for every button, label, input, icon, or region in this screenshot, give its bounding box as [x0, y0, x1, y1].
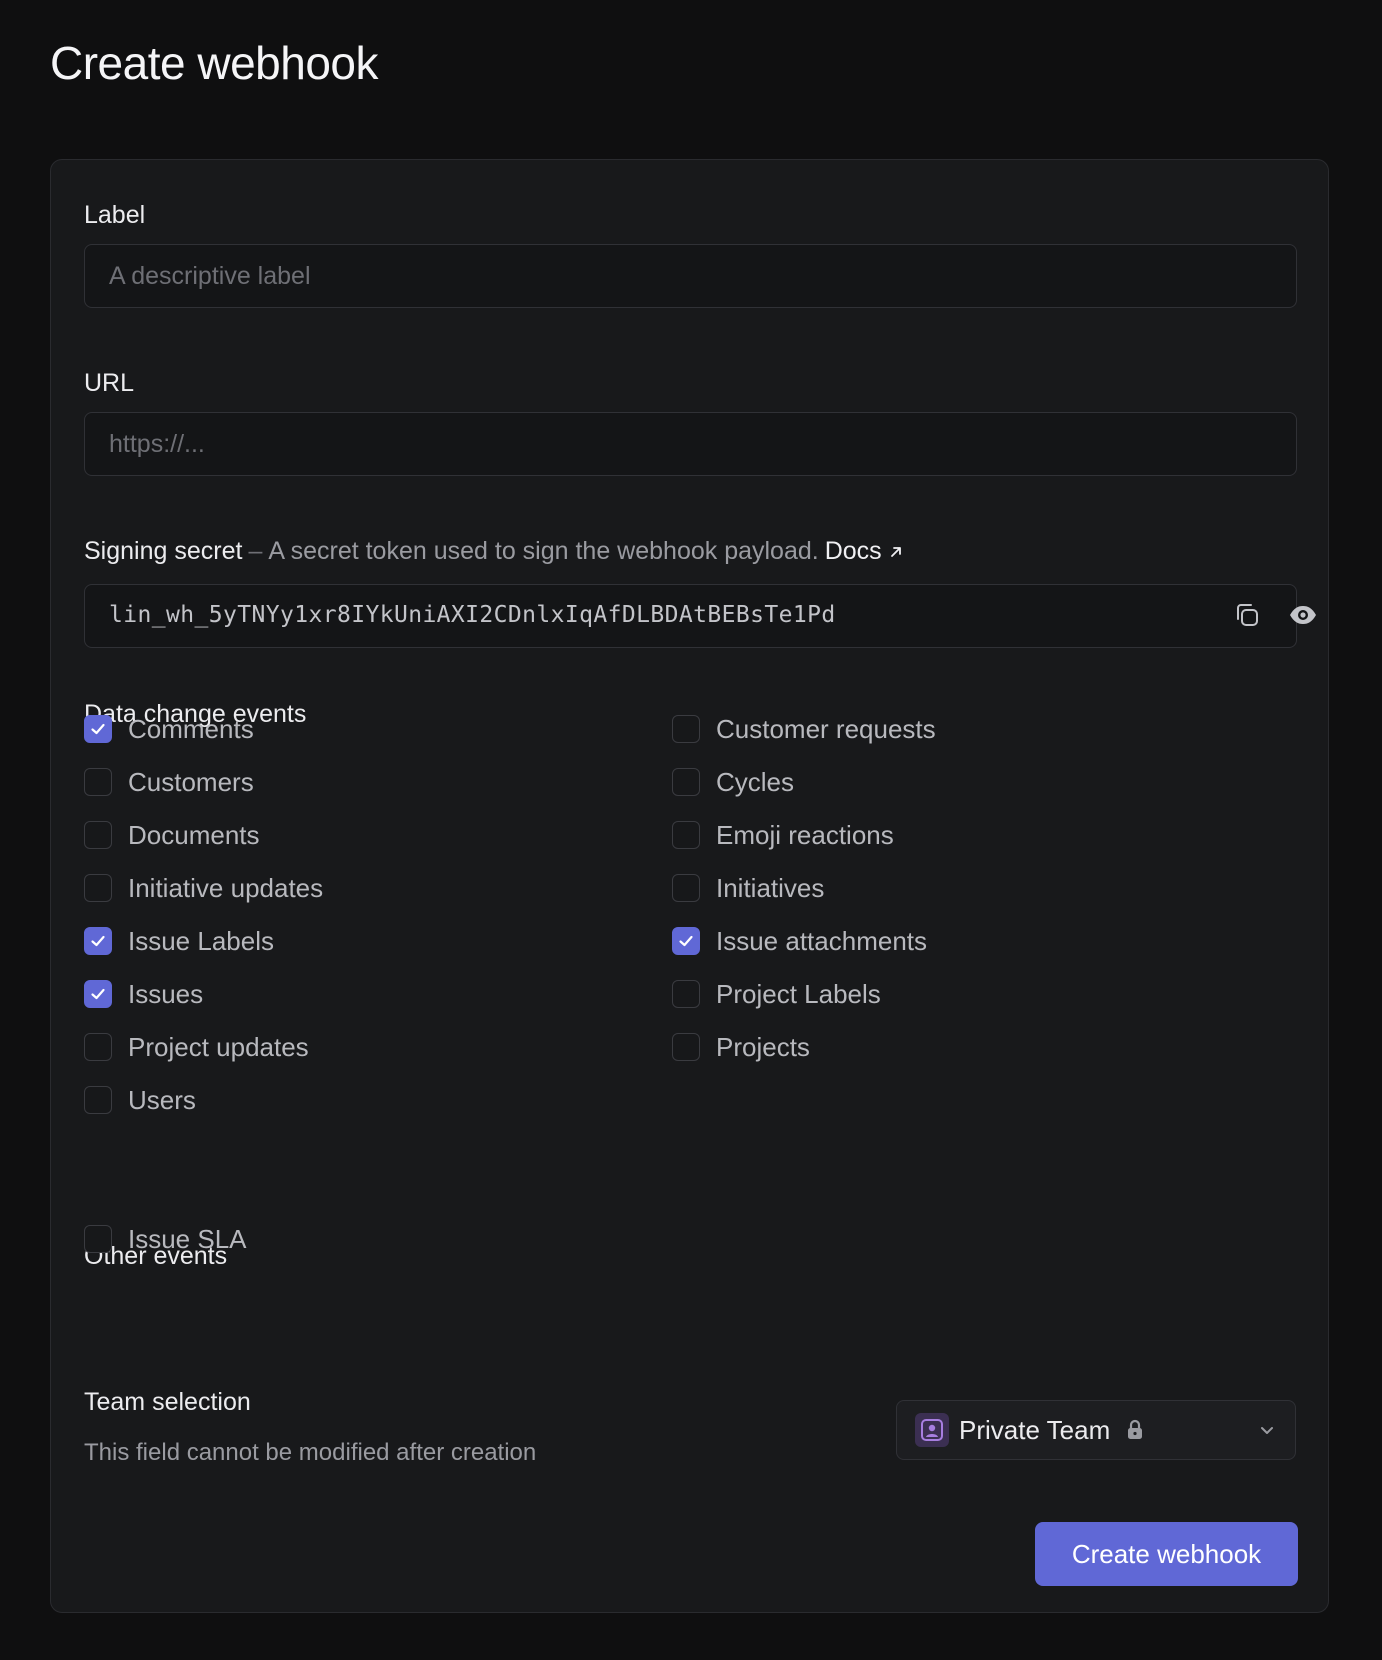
- separator: –: [248, 537, 263, 565]
- checkbox-label: Issue attachments: [716, 925, 927, 956]
- copy-icon: [1232, 600, 1262, 635]
- event-cycles[interactable]: Cycles: [672, 766, 794, 798]
- lock-icon: [1126, 1419, 1144, 1441]
- checkbox[interactable]: [84, 1225, 112, 1253]
- checkbox[interactable]: [84, 927, 112, 955]
- checkbox[interactable]: [672, 874, 700, 902]
- event-customer-requests[interactable]: Customer requests: [672, 713, 936, 745]
- team-select-value: Private Team: [959, 1414, 1111, 1445]
- checkbox-label: Issue Labels: [128, 925, 274, 956]
- checkbox[interactable]: [84, 768, 112, 796]
- checkbox[interactable]: [672, 821, 700, 849]
- team-select[interactable]: Private Team: [896, 1400, 1296, 1460]
- eye-icon: [1287, 599, 1319, 636]
- checkbox-label: Users: [128, 1084, 196, 1115]
- create-webhook-page: Create webhook Label URL Signing secret–…: [0, 0, 1382, 1660]
- check-icon: [677, 932, 695, 950]
- checkbox-label: Documents: [128, 819, 260, 850]
- event-emoji-reactions[interactable]: Emoji reactions: [672, 819, 894, 851]
- team-selection-title: Team selection: [84, 1388, 251, 1416]
- event-documents[interactable]: Documents: [84, 819, 260, 851]
- reveal-button[interactable]: [1285, 599, 1321, 635]
- checkbox-label: Initiatives: [716, 872, 825, 903]
- event-customers[interactable]: Customers: [84, 766, 254, 798]
- checkbox[interactable]: [672, 1033, 700, 1061]
- checkbox-label: Issues: [128, 978, 204, 1009]
- event-comments[interactable]: Comments: [84, 713, 254, 745]
- event-users[interactable]: Users: [84, 1084, 196, 1116]
- event-project-labels[interactable]: Project Labels: [672, 978, 881, 1010]
- team-avatar-icon: [915, 1413, 949, 1447]
- event-issue-attachments[interactable]: Issue attachments: [672, 925, 927, 957]
- checkbox-label: Initiative updates: [128, 872, 324, 903]
- signing-secret-description: A secret token used to sign the webhook …: [268, 537, 819, 565]
- event-initiative-updates[interactable]: Initiative updates: [84, 872, 323, 904]
- label-field-label: Label: [84, 201, 146, 229]
- checkbox-label: Project Labels: [716, 978, 881, 1009]
- arrow-up-right-icon: [888, 538, 904, 567]
- check-icon: [89, 985, 107, 1003]
- event-issue-sla[interactable]: Issue SLA: [84, 1223, 247, 1255]
- signing-secret-value[interactable]: lin_wh_5yTNYy1xr8IYkUniAXI2CDnlxIqAfDLBD…: [109, 602, 836, 628]
- checkbox-label: Projects: [716, 1031, 810, 1062]
- docs-link[interactable]: Docs: [825, 537, 904, 565]
- checkbox[interactable]: [84, 1086, 112, 1114]
- checkbox[interactable]: [672, 715, 700, 743]
- event-initiatives[interactable]: Initiatives: [672, 872, 824, 904]
- checkbox-label: Customer requests: [716, 713, 936, 744]
- checkbox[interactable]: [84, 1033, 112, 1061]
- checkbox[interactable]: [672, 980, 700, 1008]
- signing-secret-field: lin_wh_5yTNYy1xr8IYkUniAXI2CDnlxIqAfDLBD…: [84, 584, 1316, 648]
- event-projects[interactable]: Projects: [672, 1031, 810, 1063]
- webhook-form-card: Label URL Signing secret–A secret token …: [50, 159, 1329, 1613]
- checkbox[interactable]: [84, 715, 112, 743]
- checkbox-label: Emoji reactions: [716, 819, 894, 850]
- checkbox-label: Customers: [128, 766, 254, 797]
- event-issues[interactable]: Issues: [84, 978, 203, 1010]
- checkbox-label: Issue SLA: [128, 1223, 247, 1254]
- signing-secret-label: Signing secret: [84, 537, 243, 565]
- page-title: Create webhook: [50, 37, 378, 89]
- create-webhook-button[interactable]: Create webhook: [1035, 1522, 1298, 1586]
- checkbox[interactable]: [84, 821, 112, 849]
- label-input[interactable]: [84, 244, 1297, 308]
- checkbox[interactable]: [84, 980, 112, 1008]
- checkbox[interactable]: [84, 874, 112, 902]
- url-field-label: URL: [84, 369, 135, 397]
- checkbox[interactable]: [672, 927, 700, 955]
- team-selection-subtitle: This field cannot be modified after crea…: [84, 1439, 537, 1466]
- signing-secret-header: Signing secret – A secret token used to si…: [84, 537, 904, 567]
- event-project-updates[interactable]: Project updates: [84, 1031, 309, 1063]
- checkbox-label: Project updates: [128, 1031, 309, 1062]
- check-icon: [89, 720, 107, 738]
- checkbox-label: Cycles: [716, 766, 795, 797]
- chevron-down-icon: [1257, 1420, 1277, 1440]
- docs-link-label: Docs: [824, 537, 882, 565]
- url-input[interactable]: [84, 412, 1297, 476]
- event-issue-labels[interactable]: Issue Labels: [84, 925, 274, 957]
- check-icon: [89, 932, 107, 950]
- checkbox[interactable]: [672, 768, 700, 796]
- checkbox-label: Comments: [128, 713, 254, 744]
- copy-button[interactable]: [1229, 599, 1265, 635]
- signing-secret-description-wrap: – A secret token used to sign the webhook…: [242, 537, 818, 565]
